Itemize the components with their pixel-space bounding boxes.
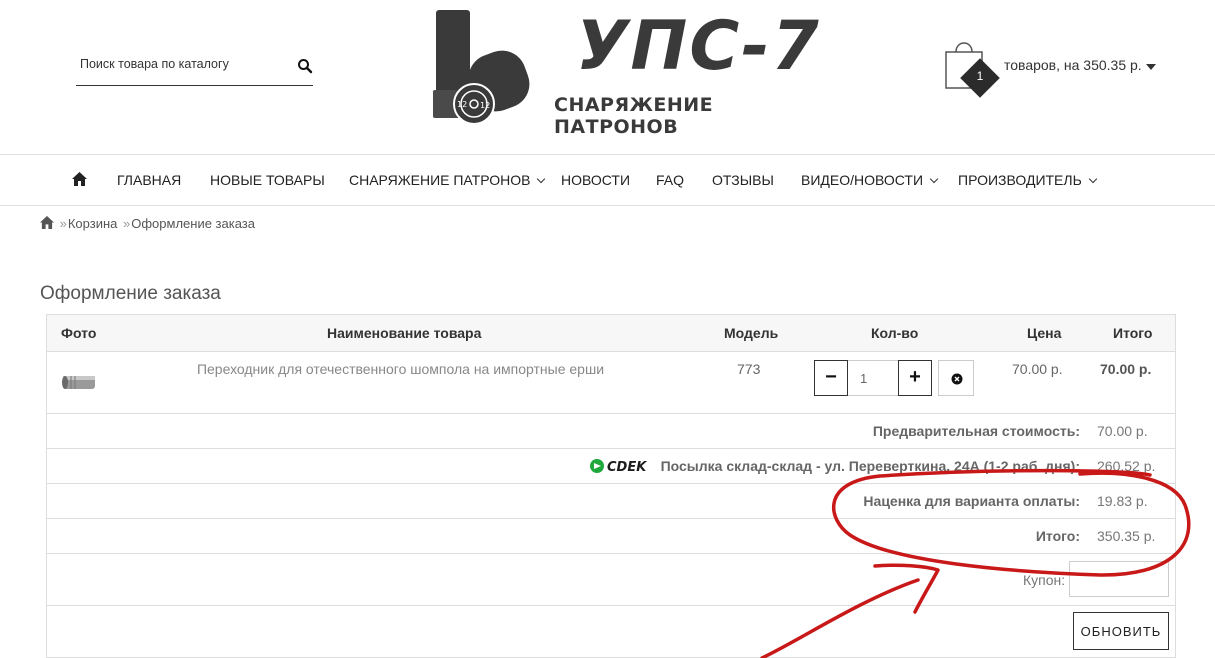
coupon-row: Купон: bbox=[47, 554, 1175, 606]
site-logo[interactable]: 12 12 УПС-7 СНАРЯЖЕНИЕ ПАТРОНОВ bbox=[430, 7, 830, 138]
nav-item-faq[interactable]: FAQ bbox=[656, 172, 684, 188]
logo-gauge-left: 12 bbox=[457, 100, 467, 109]
shipping-label-wrap: CDEK Посылка склад-склад - ул. Перевертк… bbox=[589, 458, 1080, 474]
product-name-link[interactable]: Переходник для отечественного шомпола на… bbox=[193, 361, 608, 377]
nav-item-manufacturer[interactable]: Производитель bbox=[958, 172, 1098, 188]
nav-item-manufacturer-label: Производитель bbox=[958, 172, 1082, 188]
update-button[interactable]: ОБНОВИТЬ bbox=[1073, 612, 1169, 650]
product-price: 70.00 р. bbox=[1012, 361, 1063, 377]
nav-item-new-products[interactable]: Новые товары bbox=[210, 172, 325, 188]
minus-icon[interactable]: − bbox=[814, 360, 848, 396]
table-row: Переходник для отечественного шомпола на… bbox=[47, 352, 1175, 414]
cart-count: 1 bbox=[976, 69, 984, 83]
table-header: Фото Наименование товара Модель Кол-во Ц… bbox=[47, 315, 1175, 352]
header-name: Наименование товара bbox=[327, 325, 482, 341]
shipping-row: CDEK Посылка склад-склад - ул. Перевертк… bbox=[47, 449, 1175, 484]
breadcrumb-checkout[interactable]: Оформление заказа bbox=[131, 216, 255, 231]
logo-subtitle: СНАРЯЖЕНИЕ ПАТРОНОВ bbox=[554, 94, 714, 138]
header-total: Итого bbox=[1113, 325, 1153, 341]
caret-down-icon[interactable] bbox=[1146, 64, 1156, 70]
nav-item-video-news-label: Видео/Новости bbox=[801, 172, 924, 188]
logo-gauge-right: 12 bbox=[480, 101, 490, 110]
breadcrumb-separator: » bbox=[59, 216, 67, 231]
payment-fee-row: Наценка для варианта оплаты: 19.83 р. bbox=[47, 484, 1175, 519]
plus-icon[interactable]: + bbox=[898, 360, 932, 396]
search-icon[interactable] bbox=[297, 58, 313, 74]
grand-total-value: 350.35 р. bbox=[1097, 528, 1156, 544]
chevron-down-icon bbox=[1088, 174, 1098, 184]
subtotal-value: 70.00 р. bbox=[1097, 423, 1148, 439]
header-photo: Фото bbox=[61, 325, 97, 341]
search-box[interactable] bbox=[76, 48, 313, 86]
payment-fee-label: Наценка для варианта оплаты: bbox=[863, 493, 1080, 509]
header-qty: Кол-во bbox=[871, 325, 919, 341]
chevron-down-icon bbox=[537, 174, 546, 184]
logo-title: УПС-7 bbox=[576, 7, 821, 86]
subtotal-label: Предварительная стоимость: bbox=[872, 423, 1080, 439]
cart-summary[interactable]: товаров, на 350.35 р. bbox=[1004, 57, 1142, 73]
cdek-logo-icon: CDEK bbox=[589, 459, 647, 474]
shipping-value: 260.52 р. bbox=[1097, 458, 1156, 474]
update-row: ОБНОВИТЬ bbox=[47, 606, 1175, 658]
subtotal-row: Предварительная стоимость: 70.00 р. bbox=[47, 414, 1175, 449]
site-header: 12 12 УПС-7 СНАРЯЖЕНИЕ ПАТРОНОВ 1 товаро… bbox=[0, 0, 1215, 155]
shotgun-shell-logo-icon: 12 12 bbox=[433, 10, 530, 125]
quantity-input[interactable] bbox=[848, 360, 898, 396]
product-total: 70.00 р. bbox=[1100, 361, 1152, 377]
nav-item-video-news[interactable]: Видео/Новости bbox=[801, 172, 939, 188]
nav-item-reloading[interactable]: Снаряжение патронов bbox=[349, 172, 546, 188]
shipping-label: Посылка склад-склад - ул. Переверткина, … bbox=[660, 458, 1080, 474]
header-model: Модель bbox=[724, 325, 779, 341]
breadcrumb: »Корзина »Оформление заказа bbox=[40, 216, 255, 231]
product-model: 773 bbox=[737, 361, 761, 377]
home-icon[interactable] bbox=[40, 216, 54, 229]
breadcrumb-separator: » bbox=[123, 216, 131, 231]
cdek-logo-text: CDEK bbox=[607, 460, 647, 474]
coupon-label: Купон: bbox=[1023, 572, 1066, 588]
product-thumbnail[interactable] bbox=[59, 370, 99, 394]
breadcrumb-cart[interactable]: Корзина bbox=[68, 216, 118, 231]
chevron-down-icon bbox=[929, 174, 939, 184]
close-circle-icon bbox=[951, 373, 963, 385]
grand-total-label: Итого: bbox=[1035, 528, 1080, 544]
nav-item-reloading-label: Снаряжение патронов bbox=[349, 172, 531, 188]
page-title: Оформление заказа bbox=[40, 283, 221, 304]
grand-total-row: Итого: 350.35 р. bbox=[47, 519, 1175, 554]
nav-item-reviews[interactable]: Отзывы bbox=[712, 172, 774, 188]
header-price: Цена bbox=[1027, 325, 1062, 341]
cart-dropdown[interactable]: 1 товаров, на 350.35 р. bbox=[944, 38, 1164, 98]
coupon-input[interactable] bbox=[1069, 561, 1169, 597]
payment-fee-value: 19.83 р. bbox=[1097, 493, 1148, 509]
remove-button[interactable] bbox=[938, 360, 974, 396]
cart-table: Фото Наименование товара Модель Кол-во Ц… bbox=[46, 314, 1176, 658]
nav-item-home[interactable]: Главная bbox=[117, 172, 181, 188]
search-input[interactable] bbox=[80, 57, 280, 71]
main-nav: Главная Новые товары Снаряжение патронов… bbox=[0, 154, 1215, 206]
home-icon[interactable] bbox=[72, 172, 87, 186]
quantity-stepper: − + bbox=[814, 360, 974, 396]
nav-item-news[interactable]: Новости bbox=[561, 172, 630, 188]
